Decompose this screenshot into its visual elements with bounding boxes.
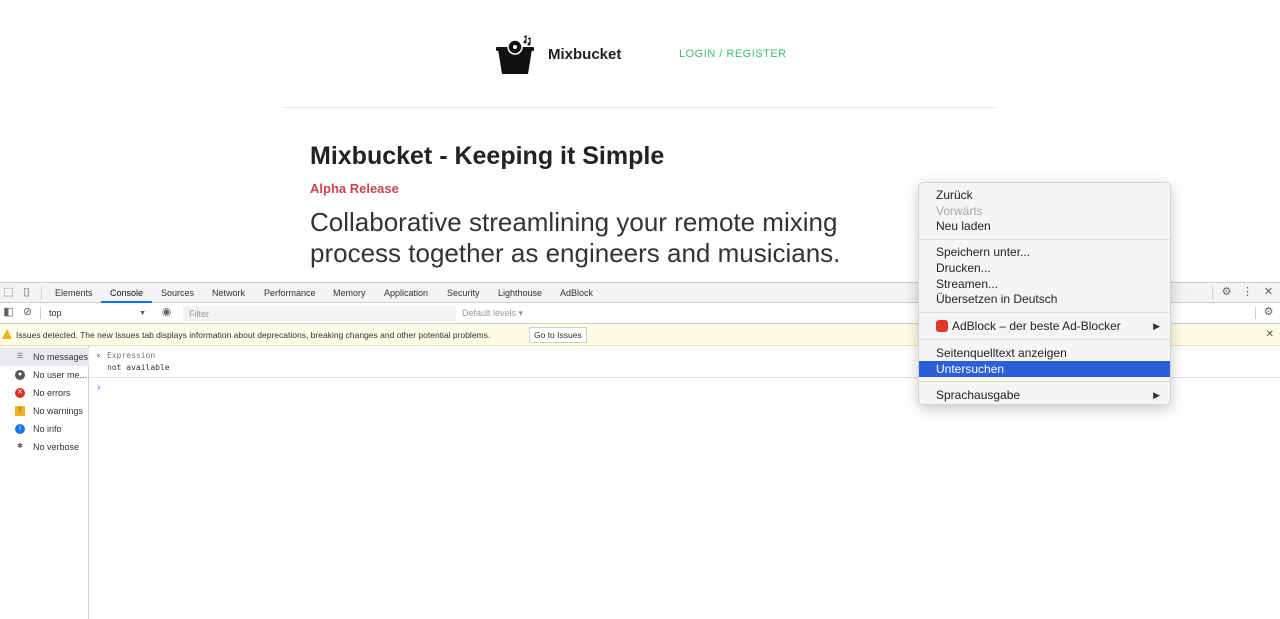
context-select-value: top xyxy=(49,308,62,318)
sidebar-item-label: No warnings xyxy=(33,406,84,416)
tab-console[interactable]: Console xyxy=(101,283,153,303)
sidebar-item-label: No verbose xyxy=(33,442,80,452)
issues-message: Issues detected. The new Issues tab disp… xyxy=(16,330,491,340)
remove-expression-icon[interactable]: × xyxy=(96,351,101,360)
device-toggle-icon[interactable]: ▯ xyxy=(20,286,33,299)
menu-divider xyxy=(919,381,1170,382)
menu-divider xyxy=(919,239,1170,240)
toolbar-divider xyxy=(40,307,41,319)
submenu-arrow-icon: ▶ xyxy=(1153,390,1160,400)
console-settings-gear-icon[interactable]: ⚙ xyxy=(1262,306,1275,319)
brand-name[interactable]: Mixbucket xyxy=(548,46,621,63)
warning-icon xyxy=(2,329,12,339)
menu-item-label: Sprachausgabe xyxy=(936,388,1021,402)
sidebar-item-user-messages[interactable]: ● No user me... xyxy=(0,366,89,384)
close-icon[interactable]: ✕ xyxy=(1266,329,1274,340)
toolbar-divider xyxy=(1255,307,1256,319)
adblock-icon xyxy=(936,320,948,332)
chevron-down-icon: ▼ xyxy=(139,310,146,317)
sidebar-item-errors[interactable]: ✕ No errors xyxy=(0,384,89,402)
sidebar-item-warnings[interactable]: ! No warnings xyxy=(0,402,89,420)
more-options-icon[interactable]: ⋮ xyxy=(1241,286,1254,299)
tab-security[interactable]: Security xyxy=(447,283,480,303)
menu-item-translate[interactable]: Übersetzen in Deutsch xyxy=(919,291,1170,307)
tab-memory[interactable]: Memory xyxy=(333,283,366,303)
clear-console-icon[interactable]: ⊘ xyxy=(21,306,34,319)
warning-icon: ! xyxy=(15,406,25,416)
console-prompt[interactable]: › xyxy=(97,382,100,393)
log-levels-dropdown[interactable]: Default levels ▾ xyxy=(462,306,523,321)
expression-label: Expression xyxy=(107,351,156,360)
tab-network[interactable]: Network xyxy=(212,283,245,303)
sidebar-toggle-icon[interactable]: ◧ xyxy=(2,306,15,319)
menu-item-back[interactable]: Zurück xyxy=(919,187,1170,203)
menu-item-print[interactable]: Drucken... xyxy=(919,260,1170,276)
menu-item-speech[interactable]: Sprachausgabe ▶ xyxy=(919,387,1170,403)
toolbar-divider xyxy=(1212,287,1213,299)
tab-lighthouse[interactable]: Lighthouse xyxy=(498,283,542,303)
tab-application[interactable]: Application xyxy=(384,283,428,303)
inspect-element-icon[interactable]: ⬚ xyxy=(2,286,15,299)
sidebar-item-label: No messages xyxy=(33,352,89,362)
release-badge: Alpha Release xyxy=(310,181,399,196)
error-icon: ✕ xyxy=(15,388,25,398)
context-select[interactable]: top ▼ xyxy=(44,306,150,321)
sidebar-item-label: No errors xyxy=(33,388,71,398)
list-icon: ☰ xyxy=(16,353,24,360)
menu-item-forward: Vorwärts xyxy=(936,204,983,218)
close-devtools-icon[interactable]: ✕ xyxy=(1262,286,1275,299)
tab-elements[interactable]: Elements xyxy=(55,283,93,303)
tab-performance[interactable]: Performance xyxy=(264,283,316,303)
go-to-issues-button[interactable]: Go to Issues xyxy=(529,327,587,343)
page-title: Mixbucket - Keeping it Simple xyxy=(310,142,665,170)
sidebar-item-verbose[interactable]: ✱ No verbose xyxy=(0,438,89,456)
header-divider xyxy=(282,107,996,108)
sidebar-item-messages[interactable]: ☰ No messages xyxy=(0,348,89,366)
login-register-link[interactable]: LOGIN / REGISTER xyxy=(679,48,787,60)
site-header: Mixbucket LOGIN / REGISTER xyxy=(0,0,1280,108)
bug-icon: ✱ xyxy=(17,443,23,450)
sidebar-item-label: No info xyxy=(33,424,62,434)
user-icon: ● xyxy=(15,370,25,380)
menu-divider xyxy=(919,312,1170,313)
console-sidebar: ☰ No messages ● No user me... ✕ No error… xyxy=(0,346,89,619)
menu-item-reload[interactable]: Neu laden xyxy=(919,218,1170,234)
menu-item-save-as[interactable]: Speichern unter... xyxy=(919,244,1170,260)
tab-adblock[interactable]: AdBlock xyxy=(560,283,593,303)
hero-tagline: Collaborative streamlining your remote m… xyxy=(310,207,841,268)
info-icon: i xyxy=(15,424,25,434)
toolbar-divider xyxy=(41,287,42,299)
sidebar-item-info[interactable]: i No info xyxy=(0,420,89,438)
console-filter-input[interactable] xyxy=(183,306,456,321)
live-expression-eye-icon[interactable]: ◉ xyxy=(160,306,173,319)
menu-item-cast[interactable]: Streamen... xyxy=(919,276,1170,292)
tab-sources[interactable]: Sources xyxy=(161,283,194,303)
sidebar-item-label: No user me... xyxy=(33,370,88,380)
menu-item-inspect[interactable]: Untersuchen xyxy=(919,361,1170,377)
menu-divider xyxy=(919,339,1170,340)
menu-item-label: AdBlock – der beste Ad-Blocker xyxy=(952,319,1121,333)
submenu-arrow-icon: ▶ xyxy=(1153,321,1160,331)
menu-item-adblock[interactable]: AdBlock – der beste Ad-Blocker ▶ xyxy=(919,318,1170,334)
settings-gear-icon[interactable]: ⚙ xyxy=(1220,286,1233,299)
menu-item-view-source[interactable]: Seitenquelltext anzeigen xyxy=(919,345,1170,361)
bucket-logo-icon[interactable] xyxy=(494,35,536,75)
expression-value: not available xyxy=(107,363,170,372)
context-menu: Zurück Vorwärts Neu laden Speichern unte… xyxy=(918,182,1171,405)
